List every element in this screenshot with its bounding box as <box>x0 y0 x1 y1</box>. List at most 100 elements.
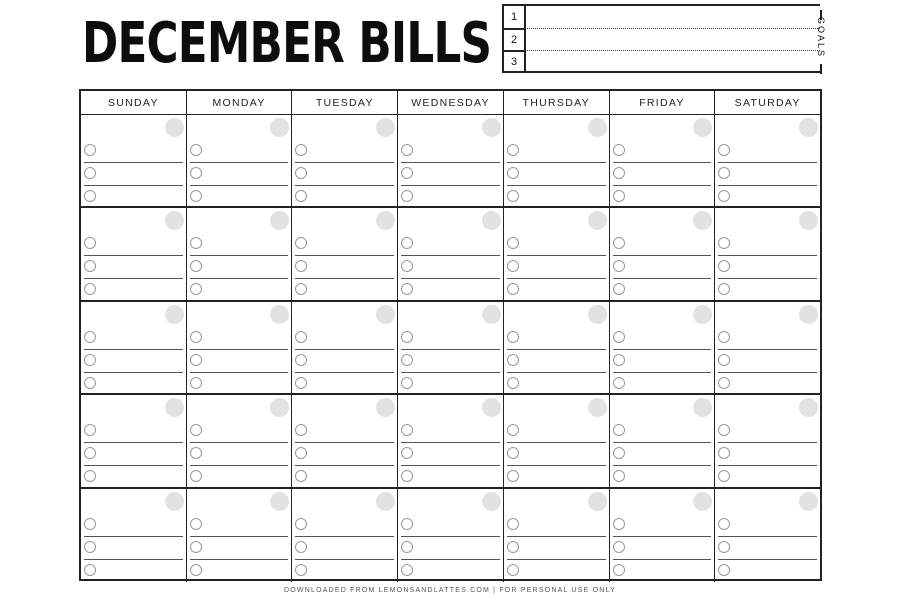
bill-line[interactable] <box>189 139 289 163</box>
checkbox-circle-icon[interactable] <box>401 283 414 296</box>
bill-line[interactable] <box>401 162 500 186</box>
checkbox-circle-icon[interactable] <box>612 424 625 437</box>
bill-line[interactable] <box>84 465 183 488</box>
bill-line[interactable] <box>189 278 289 301</box>
bill-line[interactable] <box>84 278 183 301</box>
bill-line[interactable] <box>718 232 818 257</box>
bill-line[interactable] <box>506 255 606 280</box>
bill-line[interactable] <box>612 326 712 350</box>
bill-line[interactable] <box>612 442 712 467</box>
checkbox-circle-icon[interactable] <box>189 470 202 483</box>
bill-line[interactable] <box>84 372 183 395</box>
bill-line[interactable] <box>295 162 395 186</box>
day-cell[interactable] <box>292 488 399 582</box>
checkbox-circle-icon[interactable] <box>612 144 625 156</box>
bill-line[interactable] <box>401 372 500 395</box>
bill-line[interactable] <box>189 349 289 373</box>
bill-line[interactable] <box>401 419 500 444</box>
checkbox-circle-icon[interactable] <box>718 517 731 530</box>
checkbox-circle-icon[interactable] <box>401 517 414 530</box>
checkbox-circle-icon[interactable] <box>84 260 96 273</box>
checkbox-circle-icon[interactable] <box>506 424 519 437</box>
checkbox-circle-icon[interactable] <box>295 190 308 202</box>
day-cell[interactable] <box>398 115 504 207</box>
bill-line[interactable] <box>612 139 712 163</box>
bill-line[interactable] <box>718 442 818 467</box>
bill-line[interactable] <box>189 513 289 537</box>
bill-line[interactable] <box>295 326 395 350</box>
bill-line[interactable] <box>84 442 183 467</box>
checkbox-circle-icon[interactable] <box>295 447 308 460</box>
bill-line[interactable] <box>401 326 500 350</box>
checkbox-circle-icon[interactable] <box>189 167 202 179</box>
bill-line[interactable] <box>189 465 289 488</box>
checkbox-circle-icon[interactable] <box>612 563 625 576</box>
checkbox-circle-icon[interactable] <box>295 470 308 483</box>
checkbox-circle-icon[interactable] <box>506 330 519 343</box>
day-cell[interactable] <box>81 395 187 488</box>
checkbox-circle-icon[interactable] <box>295 330 308 343</box>
checkbox-circle-icon[interactable] <box>718 447 731 460</box>
day-cell[interactable] <box>81 488 187 582</box>
checkbox-circle-icon[interactable] <box>189 330 202 343</box>
checkbox-circle-icon[interactable] <box>189 190 202 202</box>
day-cell[interactable] <box>610 208 716 300</box>
checkbox-circle-icon[interactable] <box>506 260 519 273</box>
bill-line[interactable] <box>84 559 183 582</box>
day-cell[interactable] <box>610 488 716 582</box>
checkbox-circle-icon[interactable] <box>506 237 519 250</box>
checkbox-circle-icon[interactable] <box>401 144 414 156</box>
day-cell[interactable] <box>504 115 610 207</box>
bill-line[interactable] <box>84 255 183 280</box>
checkbox-circle-icon[interactable] <box>612 376 625 389</box>
bill-line[interactable] <box>401 559 500 582</box>
checkbox-circle-icon[interactable] <box>401 260 414 273</box>
checkbox-circle-icon[interactable] <box>295 237 308 250</box>
checkbox-circle-icon[interactable] <box>718 330 731 343</box>
checkbox-circle-icon[interactable] <box>295 144 308 156</box>
bill-line[interactable] <box>718 185 817 208</box>
checkbox-circle-icon[interactable] <box>189 376 202 389</box>
bill-line[interactable] <box>612 162 712 186</box>
checkbox-circle-icon[interactable] <box>506 283 519 296</box>
checkbox-circle-icon[interactable] <box>295 540 308 553</box>
checkbox-circle-icon[interactable] <box>84 540 96 553</box>
checkbox-circle-icon[interactable] <box>84 447 96 460</box>
bill-line[interactable] <box>189 419 289 444</box>
bill-line[interactable] <box>295 513 395 537</box>
bill-line[interactable] <box>295 185 394 208</box>
day-cell[interactable] <box>292 208 399 300</box>
checkbox-circle-icon[interactable] <box>506 190 519 202</box>
bill-line[interactable] <box>401 442 500 467</box>
bill-line[interactable] <box>612 513 712 537</box>
bill-line[interactable] <box>84 419 183 444</box>
bill-line[interactable] <box>718 255 818 280</box>
checkbox-circle-icon[interactable] <box>295 167 308 179</box>
checkbox-circle-icon[interactable] <box>401 563 414 576</box>
day-cell[interactable] <box>504 488 610 582</box>
checkbox-circle-icon[interactable] <box>189 144 202 156</box>
checkbox-circle-icon[interactable] <box>295 517 308 530</box>
bill-line[interactable] <box>506 536 606 560</box>
day-cell[interactable] <box>398 488 504 582</box>
checkbox-circle-icon[interactable] <box>401 190 414 202</box>
checkbox-circle-icon[interactable] <box>612 237 625 250</box>
bill-line[interactable] <box>295 442 395 467</box>
checkbox-circle-icon[interactable] <box>295 283 308 296</box>
day-cell[interactable] <box>187 115 293 207</box>
bill-line[interactable] <box>189 255 289 280</box>
checkbox-circle-icon[interactable] <box>189 283 202 296</box>
checkbox-circle-icon[interactable] <box>295 424 308 437</box>
day-cell[interactable] <box>292 115 399 208</box>
day-cell[interactable] <box>187 395 293 488</box>
checkbox-circle-icon[interactable] <box>612 447 625 460</box>
bill-line[interactable] <box>718 372 817 395</box>
bill-line[interactable] <box>189 536 289 560</box>
bill-line[interactable] <box>295 255 395 280</box>
bill-line[interactable] <box>506 513 606 537</box>
bill-line[interactable] <box>506 372 606 395</box>
bill-line[interactable] <box>295 536 395 560</box>
bill-line[interactable] <box>506 139 606 163</box>
checkbox-circle-icon[interactable] <box>506 353 519 366</box>
checkbox-circle-icon[interactable] <box>718 470 731 483</box>
